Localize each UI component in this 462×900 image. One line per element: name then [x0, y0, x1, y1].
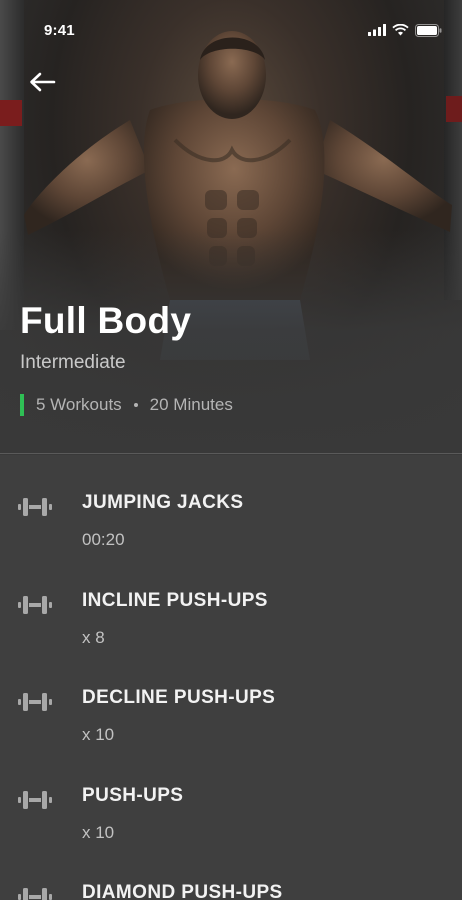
exercise-item[interactable]: DIAMOND PUSH-UPS	[0, 844, 462, 900]
workout-meta: 5 Workouts 20 Minutes	[20, 394, 233, 416]
exercise-detail: x 8	[82, 627, 105, 647]
separator-dot	[133, 403, 138, 407]
exercise-name: JUMPING JACKS	[82, 492, 244, 513]
dumbbell-icon	[18, 790, 52, 809]
exercise-list: JUMPING JACKS 00:20 INCLINE PUSH-UPS x 8…	[0, 454, 462, 900]
hero-image	[0, 0, 462, 455]
exercise-name: PUSH-UPS	[82, 784, 184, 806]
exercise-item[interactable]: JUMPING JACKS 00:20	[0, 454, 462, 552]
dumbbell-icon	[18, 498, 52, 516]
status-bar: 9:41	[0, 0, 462, 60]
dumbbell-icon	[18, 888, 52, 900]
battery-icon	[415, 23, 442, 37]
workout-level: Intermediate	[20, 352, 126, 373]
exercise-detail: x 10	[82, 822, 115, 842]
exercise-name: DIAMOND PUSH-UPS	[82, 882, 283, 900]
back-button[interactable]	[26, 66, 58, 98]
dumbbell-icon	[18, 693, 52, 711]
exercise-item[interactable]: PUSH-UPS x 10	[0, 747, 462, 845]
signal-icon	[368, 24, 386, 36]
exercise-item[interactable]: INCLINE PUSH-UPS x 8	[0, 552, 462, 650]
exercise-item[interactable]: DECLINE PUSH-UPS x 10	[0, 649, 462, 747]
workout-duration: 20 Minutes	[149, 395, 233, 414]
accent-bar	[20, 394, 24, 416]
dumbbell-icon	[18, 595, 52, 614]
workout-title: Full Body	[20, 300, 192, 341]
status-time: 9:41	[44, 21, 75, 39]
exercise-detail: x 10	[82, 725, 115, 744]
exercise-detail: 00:20	[82, 530, 125, 549]
arrow-left-icon	[30, 72, 56, 92]
exercise-name: DECLINE PUSH-UPS	[82, 687, 276, 708]
workout-count: 5 Workouts	[36, 395, 122, 414]
exercise-name: INCLINE PUSH-UPS	[82, 589, 268, 611]
wifi-icon	[392, 24, 409, 36]
